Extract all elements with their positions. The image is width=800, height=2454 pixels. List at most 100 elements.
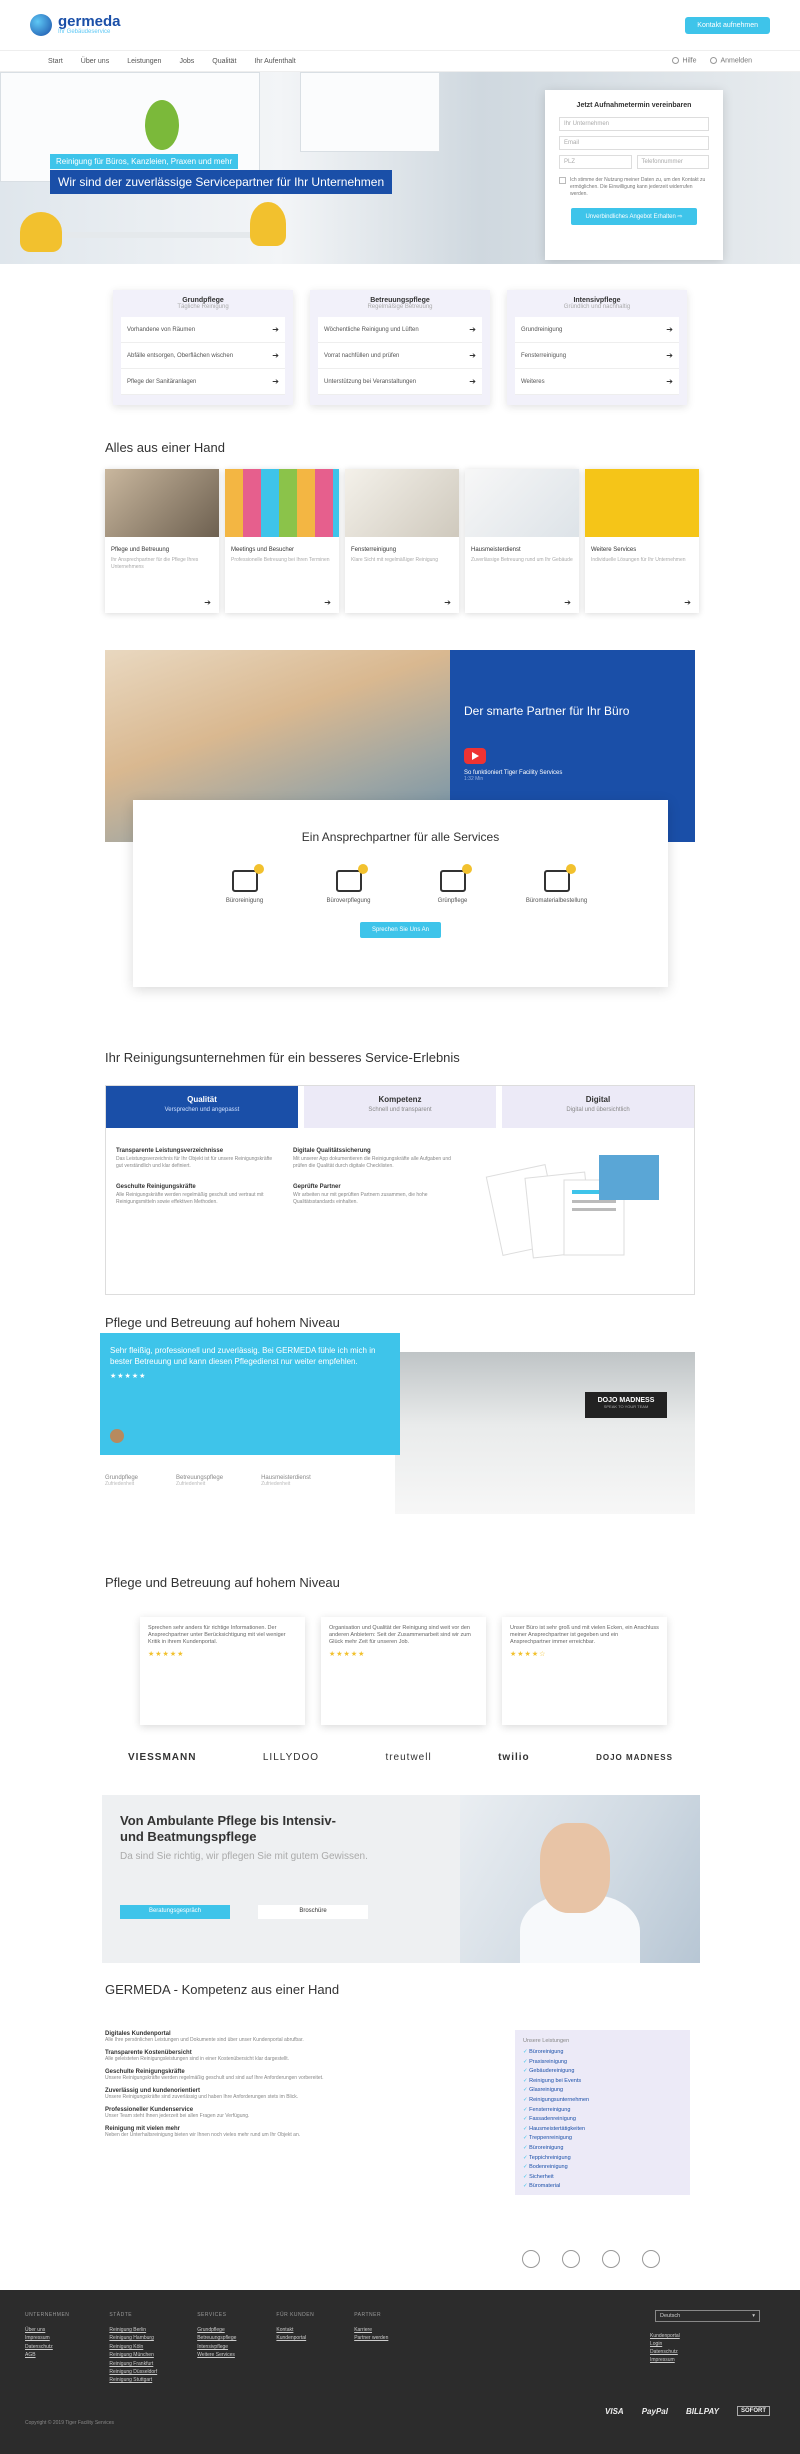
dojo-sign: DOJO MADNESS SPEAK TO YOUR TEAM [585, 1392, 667, 1418]
service-item[interactable]: Vorrat nachfüllen und prüfen ➔ [318, 343, 482, 369]
nav-item-services[interactable]: Leistungen [127, 58, 161, 65]
footer-link[interactable]: Kundenportal [650, 2332, 680, 2340]
service-label: Büroverpflegung [326, 898, 371, 904]
chevron-down-icon: ▾ [752, 2313, 755, 2319]
service-link[interactable]: Fassadenreinigung [523, 2115, 682, 2125]
footer-link[interactable]: Karriere [354, 2326, 388, 2334]
service-supplies[interactable]: Büromaterialbestellung [523, 864, 591, 904]
service-item-label: Abfälle entsorgen, Oberflächen wischen [127, 352, 234, 359]
nav-item-jobs[interactable]: Jobs [179, 58, 194, 65]
service-link[interactable]: Praxisreinigung [523, 2058, 682, 2068]
hand-card[interactable]: Pflege und Betreuung Ihr Ansprechpartner… [105, 469, 219, 613]
tab-quality[interactable]: Qualität Versprechen und angepasst [106, 1086, 298, 1128]
footer-link[interactable]: Reinigung Düsseldorf [109, 2368, 157, 2376]
play-video-icon[interactable] [464, 748, 486, 764]
company-field[interactable]: Ihr Unternehmen [559, 117, 709, 131]
service-office-cleaning[interactable]: Büroreinigung [211, 864, 279, 904]
service-item[interactable]: Weiteres ➔ [515, 369, 679, 395]
footer-link[interactable]: Kontakt [276, 2326, 314, 2334]
footer-link[interactable]: Grundpflege [197, 2326, 236, 2334]
logo[interactable]: germeda Ihr Gebäudeservice [30, 14, 121, 36]
service-item[interactable]: Grundreinigung ➔ [515, 317, 679, 343]
service-link[interactable]: Fensterreinigung [523, 2106, 682, 2116]
tab-digital[interactable]: Digital Digital und übersichtlich [502, 1086, 694, 1128]
service-item[interactable]: Pflege der Sanitäranlagen ➔ [121, 369, 285, 395]
footer-link[interactable]: Datenschutz [25, 2343, 69, 2351]
language-select[interactable]: Deutsch ▾ [655, 2310, 760, 2322]
service-link[interactable]: Glasreinigung [523, 2086, 682, 2096]
footer-link[interactable]: Partner werden [354, 2334, 388, 2342]
contact-button[interactable]: Kontakt aufnehmen [685, 16, 770, 34]
footer-link[interactable]: Reinigung Köln [109, 2343, 157, 2351]
footer-link[interactable]: Kundenportal [276, 2334, 314, 2342]
service-link[interactable]: Büroreinigung [523, 2048, 682, 2058]
service-link[interactable]: Büroreinigung [523, 2144, 682, 2154]
footer-link[interactable]: Impressum [25, 2334, 69, 2342]
service-title: Grundpflege [182, 297, 224, 304]
rating-stars: ★★★★★ [329, 1651, 366, 1658]
footer-link[interactable]: Login [650, 2340, 680, 2348]
service-item[interactable]: Vorhandene von Räumen ➔ [121, 317, 285, 343]
nav-item-quality[interactable]: Qualität [212, 58, 236, 65]
service-link[interactable]: Treppenreinigung [523, 2134, 682, 2144]
services-list-title: Unsere Leistungen [523, 2038, 570, 2044]
phone-field[interactable]: Telefonnummer [636, 155, 709, 169]
feature: Transparente Leistungsverzeichnisse Das L… [116, 1148, 279, 1170]
hero-title: Wir sind der zuverlässige Servicepartner… [50, 170, 393, 194]
footer-link[interactable]: Impressum [650, 2356, 680, 2364]
footer-col-title: FÜR KUNDEN [276, 2312, 315, 2318]
service-link[interactable]: Büromaterial [523, 2182, 682, 2192]
hand-card[interactable]: Fensterreinigung Klare Sicht mit regelmä… [345, 469, 459, 613]
service-item[interactable]: Wöchentliche Reinigung und Lüften ➔ [318, 317, 482, 343]
service-link[interactable]: Reinigungsunternehmen [523, 2096, 682, 2106]
hand-card[interactable]: Hausmeisterdienst Zuverlässige Betreuung… [465, 469, 579, 613]
service-link[interactable]: Bodenreinigung [523, 2163, 682, 2173]
service-link[interactable]: Sicherheit [523, 2173, 682, 2183]
footer-link[interactable]: Weitere Services [197, 2351, 236, 2359]
card-text: Zuverlässige Betreuung rund um Ihr Gebäu… [471, 557, 573, 563]
footer-link[interactable]: Reinigung Stuttgart [109, 2376, 157, 2384]
service-item[interactable]: Unterstützung bei Veranstaltungen ➔ [318, 369, 482, 395]
banner-subtitle: Da sind Sie richtig, wir pflegen Sie mit… [120, 1851, 368, 1862]
nav-item-stay[interactable]: Ihr Aufenthalt [254, 58, 295, 65]
hand-card[interactable]: Weitere Services Individuelle Lösungen f… [585, 469, 699, 613]
footer-link[interactable]: Reinigung Hamburg [109, 2334, 157, 2342]
consent-checkbox[interactable] [559, 177, 566, 184]
footer-link[interactable]: Intensivpflege [197, 2343, 236, 2351]
service-item-label: Fensterreinigung [521, 352, 567, 359]
login-link[interactable]: Anmelden [710, 57, 752, 65]
contact-us-button[interactable]: Sprechen Sie Uns An [359, 922, 442, 938]
footer-link[interactable]: Reinigung München [109, 2351, 157, 2359]
footer-link[interactable]: Über uns [25, 2326, 69, 2334]
footer-link[interactable]: Datenschutz [650, 2348, 680, 2356]
service-item[interactable]: Abfälle entsorgen, Oberflächen wischen ➔ [121, 343, 285, 369]
service-link[interactable]: Teppichreinigung [523, 2154, 682, 2164]
stat-sub: Zufriedenheit [105, 1481, 135, 1487]
feature-title: Digitale Qualitätssicherung [293, 1148, 371, 1154]
footer-link[interactable]: Reinigung Berlin [109, 2326, 157, 2334]
service-plants[interactable]: Grünpflege [419, 864, 487, 904]
hand-card[interactable]: Meetings und Besucher Professionelle Bet… [225, 469, 339, 613]
service-link[interactable]: Reinigung bei Events [523, 2077, 682, 2087]
brochure-button[interactable]: Broschüre [258, 1905, 368, 1919]
consultation-button[interactable]: Beratungsgespräch [120, 1905, 230, 1919]
certificates [522, 2250, 660, 2268]
tab-competence[interactable]: Kompetenz Schnell und transparent [304, 1086, 496, 1128]
coffee-icon [335, 864, 368, 892]
get-offer-button[interactable]: Unverbindliches Angebot Erhalten ⇨ [571, 208, 697, 225]
footer-link[interactable]: Reinigung Frankfurt [109, 2360, 157, 2368]
footer-link[interactable]: AGB [25, 2351, 69, 2359]
zip-field[interactable]: PLZ [559, 155, 632, 169]
service-item[interactable]: Fensterreinigung ➔ [515, 343, 679, 369]
nav-item-about[interactable]: Über uns [81, 58, 109, 65]
service-link[interactable]: Gebäudereinigung [523, 2067, 682, 2077]
card-image [105, 469, 219, 537]
footer-link[interactable]: Betreuungspflege [197, 2334, 236, 2342]
feature-text: Wir arbeiten nur mit geprüften Partnern … [293, 1192, 428, 1205]
help-link[interactable]: Hilfe [672, 57, 696, 65]
email-field[interactable]: Email [559, 136, 709, 150]
payment-logo: SOFORT [737, 2406, 770, 2416]
nav-item-start[interactable]: Start [48, 58, 63, 65]
service-link[interactable]: Hausmeistertätigkeiten [523, 2125, 682, 2135]
service-catering[interactable]: Büroverpflegung [315, 864, 383, 904]
